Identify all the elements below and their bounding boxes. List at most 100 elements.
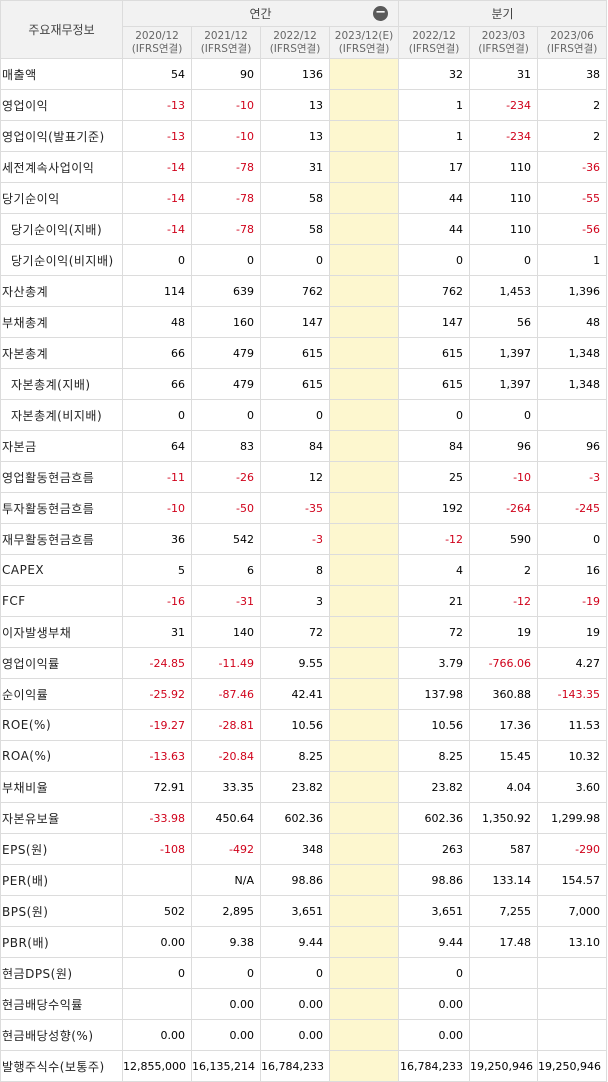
value-cell: -56 [537,213,608,245]
estimate-cell [328,120,400,152]
value-cell: 133.14 [469,864,539,896]
period-header: 2022/12 (IFRS연결) [260,26,330,59]
value-cell: 9.44 [260,926,330,958]
value-cell: -3 [260,523,330,555]
value-cell: 2 [469,554,539,586]
value-cell: N/A [191,864,261,896]
estimate-cell [328,492,400,524]
table-row: 자본총계(지배) 66 479 615 615 1,397 1,348 [0,368,608,400]
table-row: 영업이익률 -24.85 -11.49 9.55 3.79 -766.06 4.27 [0,647,608,679]
table-row: PER(배) N/A 98.86 98.86 133.14 154.57 [0,864,608,896]
value-cell: 147 [260,306,330,338]
value-cell: -78 [191,182,261,214]
value-cell: 1,348 [537,337,608,369]
period-header: 2021/12 (IFRS연결) [191,26,261,59]
value-cell: 31 [260,151,330,183]
value-cell: 348 [260,833,330,865]
estimate-cell [328,678,400,710]
value-cell: 3,651 [398,895,471,927]
value-cell: -25.92 [122,678,192,710]
table-row: PBR(배) 0.00 9.38 9.44 9.44 17.48 13.10 [0,926,608,958]
period-basis: (IFRS연결) [200,42,252,55]
value-cell: 0.00 [191,1019,261,1051]
estimate-cell [328,833,400,865]
value-cell: -10 [191,120,261,152]
value-cell: -492 [191,833,261,865]
value-cell: 17.36 [469,709,539,741]
value-cell: 16,784,233 [398,1050,471,1082]
quarter-group-header: 분기 [398,0,608,27]
value-cell: -264 [469,492,539,524]
value-cell: 0 [398,399,471,431]
value-cell: -14 [122,213,192,245]
row-label: 자본총계 [0,337,123,369]
value-cell: -14 [122,151,192,183]
value-cell: 33.35 [191,771,261,803]
value-cell: -13 [122,89,192,121]
value-cell: 615 [398,368,471,400]
table-row: ROE(%) -19.27 -28.81 10.56 10.56 17.36 11.53 [0,709,608,741]
estimate-cell [328,771,400,803]
value-cell: 17 [398,151,471,183]
row-label: 자본총계(비지배) [0,399,123,431]
row-label: 현금배당성향(%) [0,1019,123,1051]
value-cell: 762 [398,275,471,307]
table-row: 현금배당성향(%) 0.00 0.00 0.00 0.00 [0,1019,608,1051]
table-row: 투자활동현금흐름 -10 -50 -35 192 -264 -245 [0,492,608,524]
value-cell: 5 [122,554,192,586]
estimate-cell [328,585,400,617]
value-cell [537,399,608,431]
value-cell: 263 [398,833,471,865]
table-row: 당기순이익(지배) -14 -78 58 44 110 -56 [0,213,608,245]
value-cell: -143.35 [537,678,608,710]
value-cell: -234 [469,120,539,152]
value-cell: 7,000 [537,895,608,927]
value-cell: 31 [122,616,192,648]
estimate-cell [328,864,400,896]
row-label: PER(배) [0,864,123,896]
value-cell [469,988,539,1020]
value-cell: 0 [469,244,539,276]
table-row: 현금DPS(원) 0 0 0 0 [0,957,608,989]
value-cell: -16 [122,585,192,617]
period-header: 2022/12 (IFRS연결) [398,26,471,59]
table-row: 영업활동현금흐름 -11 -26 12 25 -10 -3 [0,461,608,493]
value-cell [537,1019,608,1051]
period-date: 2023/12(E) [334,29,394,42]
value-cell: 44 [398,213,471,245]
value-cell: 38 [537,58,608,90]
value-cell: 1,350.92 [469,802,539,834]
table-row: 부채비율 72.91 33.35 23.82 23.82 4.04 3.60 [0,771,608,803]
row-label: 투자활동현금흐름 [0,492,123,524]
value-cell: 479 [191,337,261,369]
estimate-cell [328,399,400,431]
value-cell: -36 [537,151,608,183]
row-label: 당기순이익(비지배) [0,244,123,276]
value-cell: 1,396 [537,275,608,307]
value-cell: 0 [260,957,330,989]
minus-circle-icon[interactable]: − [373,6,389,21]
value-cell: 54 [122,58,192,90]
value-cell: 639 [191,275,261,307]
value-cell: -290 [537,833,608,865]
value-cell: 360.88 [469,678,539,710]
period-basis: (IFRS연결) [478,42,529,55]
value-cell: -19 [537,585,608,617]
value-cell: 110 [469,151,539,183]
period-date: 2023/06 [550,29,594,42]
value-cell: 542 [191,523,261,555]
estimate-cell [328,957,400,989]
value-cell: 615 [260,337,330,369]
row-label: BPS(원) [0,895,123,927]
table-row: 이자발생부채 31 140 72 72 19 19 [0,616,608,648]
estimate-cell [328,213,400,245]
value-cell: 32 [398,58,471,90]
value-cell: 17.48 [469,926,539,958]
row-label: 자본금 [0,430,123,462]
value-cell: 0 [122,244,192,276]
value-cell: 1,348 [537,368,608,400]
value-cell: 762 [260,275,330,307]
value-cell: -13.63 [122,740,192,772]
value-cell: 0.00 [398,1019,471,1051]
estimate-cell [328,709,400,741]
